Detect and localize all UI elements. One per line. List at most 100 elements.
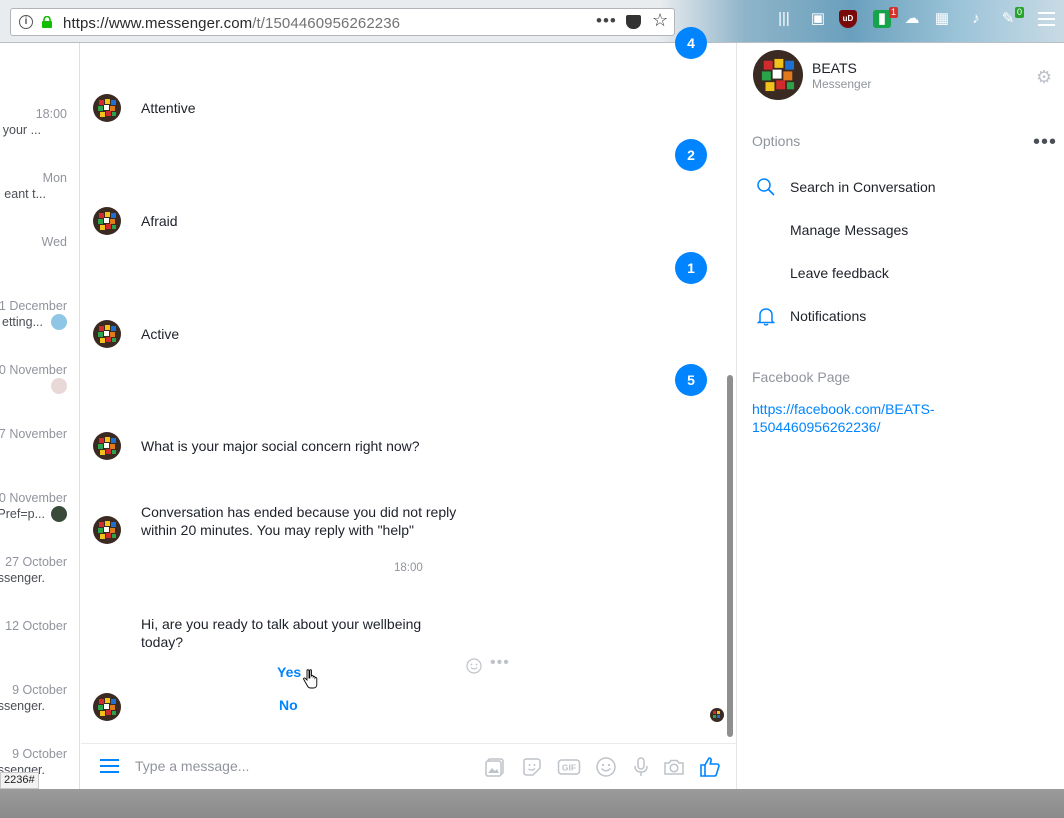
number-badge: 4	[675, 27, 707, 59]
lock-icon	[42, 16, 52, 28]
options-more-icon[interactable]: •••	[1033, 131, 1057, 154]
bot-avatar	[93, 432, 121, 460]
sticker-icon[interactable]	[520, 755, 544, 779]
pencil-extension-icon[interactable]: ✎ 0	[999, 7, 1024, 28]
emoji-icon[interactable]	[594, 755, 618, 779]
conversation-avatar	[51, 314, 67, 330]
photo-gallery-icon[interactable]	[483, 755, 507, 779]
bookmark-star-icon[interactable]: ☆	[652, 10, 668, 31]
conversation-time: 7 November	[0, 427, 67, 441]
hand-cursor-icon	[303, 669, 318, 689]
conversation-info-panel: BEATS Messenger ⚙ Options ••• Search in …	[736, 43, 1064, 789]
conversation-item[interactable]: Mon eant t...	[0, 171, 67, 201]
desktop-background	[0, 789, 1064, 818]
conversation-list: 18:00 your ... Mon eant t... Wed 1 Decem…	[0, 43, 80, 789]
conversation-time: 0 November	[0, 491, 67, 505]
cloud-icon[interactable]: ☁	[903, 10, 921, 28]
browser-toolbar: i https://www.messenger.com/t/1504460956…	[0, 0, 1064, 43]
quick-reply-yes[interactable]: Yes	[277, 664, 301, 680]
ublock-icon[interactable]: uD	[839, 10, 857, 28]
read-receipt-avatar	[710, 708, 724, 722]
address-bar[interactable]: i https://www.messenger.com/t/1504460956…	[10, 8, 675, 36]
search-icon	[757, 178, 775, 196]
page-avatar[interactable]	[753, 50, 803, 100]
camera-icon[interactable]	[662, 755, 686, 779]
conversation-avatar	[51, 506, 67, 522]
conversation-avatar	[51, 378, 67, 394]
gif-icon[interactable]: GIF	[557, 755, 581, 779]
conversation-item[interactable]: 7 November	[0, 427, 67, 441]
conversation-item[interactable]: 0 November	[0, 363, 67, 394]
options-heading: Options	[752, 133, 801, 149]
conversation-snippet: your ...	[2, 123, 41, 137]
message-composer: Type a message... GIF	[81, 743, 736, 789]
bell-icon	[756, 308, 776, 326]
conversation-time: 27 October	[5, 555, 67, 569]
conversation-item[interactable]: 1 December etting...	[0, 299, 67, 330]
browser-menu-icon[interactable]	[1038, 12, 1055, 26]
message-input[interactable]: Type a message...	[135, 758, 249, 774]
conversation-item[interactable]: 12 October	[0, 619, 67, 633]
option-notifications[interactable]: Notifications	[790, 308, 866, 324]
library-icon[interactable]: |||	[775, 10, 793, 28]
conversation-snippet: Pref=p...	[0, 507, 45, 521]
message-text: Active	[141, 326, 180, 342]
conversation-snippet: eant t...	[4, 187, 46, 201]
page-name[interactable]: BEATS	[812, 60, 857, 76]
number-badge: 2	[675, 139, 707, 171]
chat-scrollbar[interactable]	[727, 375, 733, 737]
url-text[interactable]: https://www.messenger.com/t/150446095626…	[63, 15, 400, 32]
number-badge: 5	[675, 364, 707, 396]
extension-badge-count: 1	[888, 7, 898, 18]
message-text: Attentive	[141, 100, 196, 116]
pocket-icon[interactable]	[626, 15, 641, 29]
composer-menu-icon[interactable]	[100, 759, 119, 773]
message-more-icon[interactable]: •••	[490, 654, 510, 672]
option-search-in-conversation[interactable]: Search in Conversation	[790, 179, 936, 195]
microphone-icon[interactable]	[629, 755, 653, 779]
conversation-time: Mon	[42, 171, 67, 185]
bot-avatar	[93, 207, 121, 235]
status-url: 2236#	[0, 772, 39, 789]
facebook-page-heading: Facebook Page	[752, 369, 851, 385]
conversation-item[interactable]: 9 October ssenger.	[0, 747, 67, 777]
option-leave-feedback[interactable]: Leave feedback	[790, 265, 889, 281]
facebook-page-link[interactable]: https://facebook.com/BEATS-1504460956262…	[752, 400, 992, 436]
site-info-icon[interactable]: i	[19, 15, 33, 29]
conversation-snippet: ssenger.	[0, 699, 45, 713]
conversation-snippet: ssenger.	[0, 571, 45, 585]
message-timestamp: 18:00	[394, 562, 423, 574]
react-emoji-icon[interactable]	[466, 658, 482, 674]
gear-icon[interactable]: ⚙	[1036, 67, 1052, 88]
conversation-item[interactable]: Wed	[0, 235, 67, 249]
message-text: Conversation has ended because you did n…	[141, 504, 457, 538]
bot-avatar	[93, 693, 121, 721]
message-text: Afraid	[141, 213, 178, 229]
conversation-time: 9 October	[12, 683, 67, 697]
conversation-time: 18:00	[35, 107, 67, 121]
page-actions-icon[interactable]: •••	[596, 11, 617, 31]
message-text: Hi, are you ready to talk about your wel…	[141, 616, 422, 650]
conversation-item[interactable]: 0 November Pref=p...	[0, 491, 67, 522]
grid-icon[interactable]: ▦	[933, 10, 951, 28]
conversation-snippet: etting...	[2, 315, 43, 329]
page-subtitle: Messenger	[812, 77, 872, 91]
quick-reply-no[interactable]: No	[279, 697, 298, 713]
conversation-item[interactable]: 18:00 your ...	[0, 107, 67, 137]
option-manage-messages[interactable]: Manage Messages	[790, 222, 908, 238]
thumbs-up-icon[interactable]	[698, 755, 722, 779]
bot-avatar	[93, 94, 121, 122]
conversation-time: 0 November	[0, 363, 67, 377]
chat-thread: Attentive Afraid Active What is your maj…	[81, 27, 736, 789]
bell-extension-icon[interactable]: ♪	[967, 10, 985, 28]
reader-view-icon[interactable]: ▣	[809, 10, 827, 28]
bot-avatar	[93, 516, 121, 544]
extension-badge-icon[interactable]: ▮ 1	[873, 7, 898, 28]
conversation-item[interactable]: 9 October ssenger.	[0, 683, 67, 713]
conversation-item[interactable]: 27 October ssenger.	[0, 555, 67, 585]
conversation-time: 12 October	[5, 619, 67, 633]
conversation-time: 1 December	[0, 299, 67, 313]
conversation-time: 9 October	[12, 747, 67, 761]
conversation-time: Wed	[41, 235, 67, 249]
bot-avatar	[93, 320, 121, 348]
